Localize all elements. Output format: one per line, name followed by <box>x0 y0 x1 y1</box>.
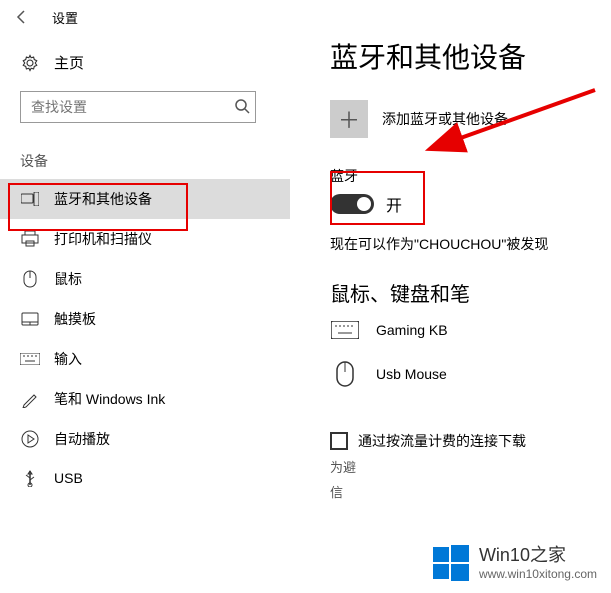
metered-note-2: 信 <box>330 482 600 501</box>
device-name: Gaming KB <box>376 322 448 338</box>
bluetooth-heading: 蓝牙 <box>330 166 600 186</box>
sidebar-item-label: 蓝牙和其他设备 <box>54 189 152 209</box>
sidebar-item-autoplay[interactable]: 自动播放 <box>0 419 290 459</box>
mouse-icon <box>330 361 360 387</box>
sidebar-item-label: 输入 <box>54 349 82 369</box>
sidebar-item-printers[interactable]: 打印机和扫描仪 <box>0 219 290 259</box>
device-name: Usb Mouse <box>376 366 447 382</box>
gear-icon <box>20 54 40 72</box>
discoverable-text: 现在可以作为"CHOUCHOU"被发现 <box>330 234 600 254</box>
mouse-icon <box>20 270 40 288</box>
watermark-title: Win10之家 <box>479 544 597 567</box>
usb-icon <box>20 469 40 487</box>
pen-icon <box>20 390 40 408</box>
devices-heading: 鼠标、键盘和笔 <box>330 278 600 307</box>
home-label: 主页 <box>54 52 84 73</box>
window-title: 设置 <box>52 8 78 27</box>
printer-icon <box>20 230 40 248</box>
sidebar-item-pen[interactable]: 笔和 Windows Ink <box>0 379 290 419</box>
page-title: 蓝牙和其他设备 <box>330 36 600 76</box>
checkbox-label: 通过按流量计费的连接下载 <box>358 431 526 451</box>
devices-icon <box>20 192 40 206</box>
keyboard-icon <box>330 321 360 339</box>
watermark-url: www.win10xitong.com <box>479 567 597 583</box>
sidebar-item-label: 鼠标 <box>54 269 82 289</box>
metered-note: 为避 <box>330 457 600 476</box>
sidebar: 主页 设备 蓝牙和其他设备 打印机和扫描仪 鼠标 触摸板 <box>0 34 290 593</box>
keyboard-icon <box>20 353 40 365</box>
search-icon <box>234 98 250 119</box>
sidebar-item-touchpad[interactable]: 触摸板 <box>0 299 290 339</box>
sidebar-item-label: 笔和 Windows Ink <box>54 389 165 409</box>
sidebar-item-label: USB <box>54 470 83 486</box>
device-item[interactable]: Usb Mouse <box>330 361 600 387</box>
sidebar-item-bluetooth[interactable]: 蓝牙和其他设备 <box>0 179 290 219</box>
search-input[interactable] <box>20 91 256 123</box>
sidebar-item-usb[interactable]: USB <box>0 459 290 497</box>
checkbox-icon[interactable] <box>330 432 348 450</box>
device-item[interactable]: Gaming KB <box>330 321 600 339</box>
sidebar-item-label: 打印机和扫描仪 <box>54 229 152 249</box>
windows-logo-icon <box>431 543 471 583</box>
autoplay-icon <box>20 430 40 448</box>
page-content: 蓝牙和其他设备 ＋ 添加蓝牙或其他设备 蓝牙 开 现在可以作为"CHOUCHOU… <box>330 36 600 501</box>
back-button[interactable] <box>10 9 34 25</box>
watermark: Win10之家 www.win10xitong.com <box>425 539 603 587</box>
touchpad-icon <box>20 312 40 326</box>
bluetooth-toggle[interactable] <box>330 194 374 214</box>
sidebar-item-label: 触摸板 <box>54 309 96 329</box>
toggle-state-label: 开 <box>386 192 402 216</box>
sidebar-item-typing[interactable]: 输入 <box>0 339 290 379</box>
sidebar-item-label: 自动播放 <box>54 429 110 449</box>
sidebar-item-mouse[interactable]: 鼠标 <box>0 259 290 299</box>
metered-download-checkbox-row[interactable]: 通过按流量计费的连接下载 <box>330 431 600 451</box>
add-device-button[interactable]: ＋ 添加蓝牙或其他设备 <box>330 100 600 138</box>
home-button[interactable]: 主页 <box>0 44 290 81</box>
sidebar-group-label: 设备 <box>0 143 290 179</box>
plus-icon: ＋ <box>330 100 368 138</box>
add-device-label: 添加蓝牙或其他设备 <box>382 109 508 129</box>
